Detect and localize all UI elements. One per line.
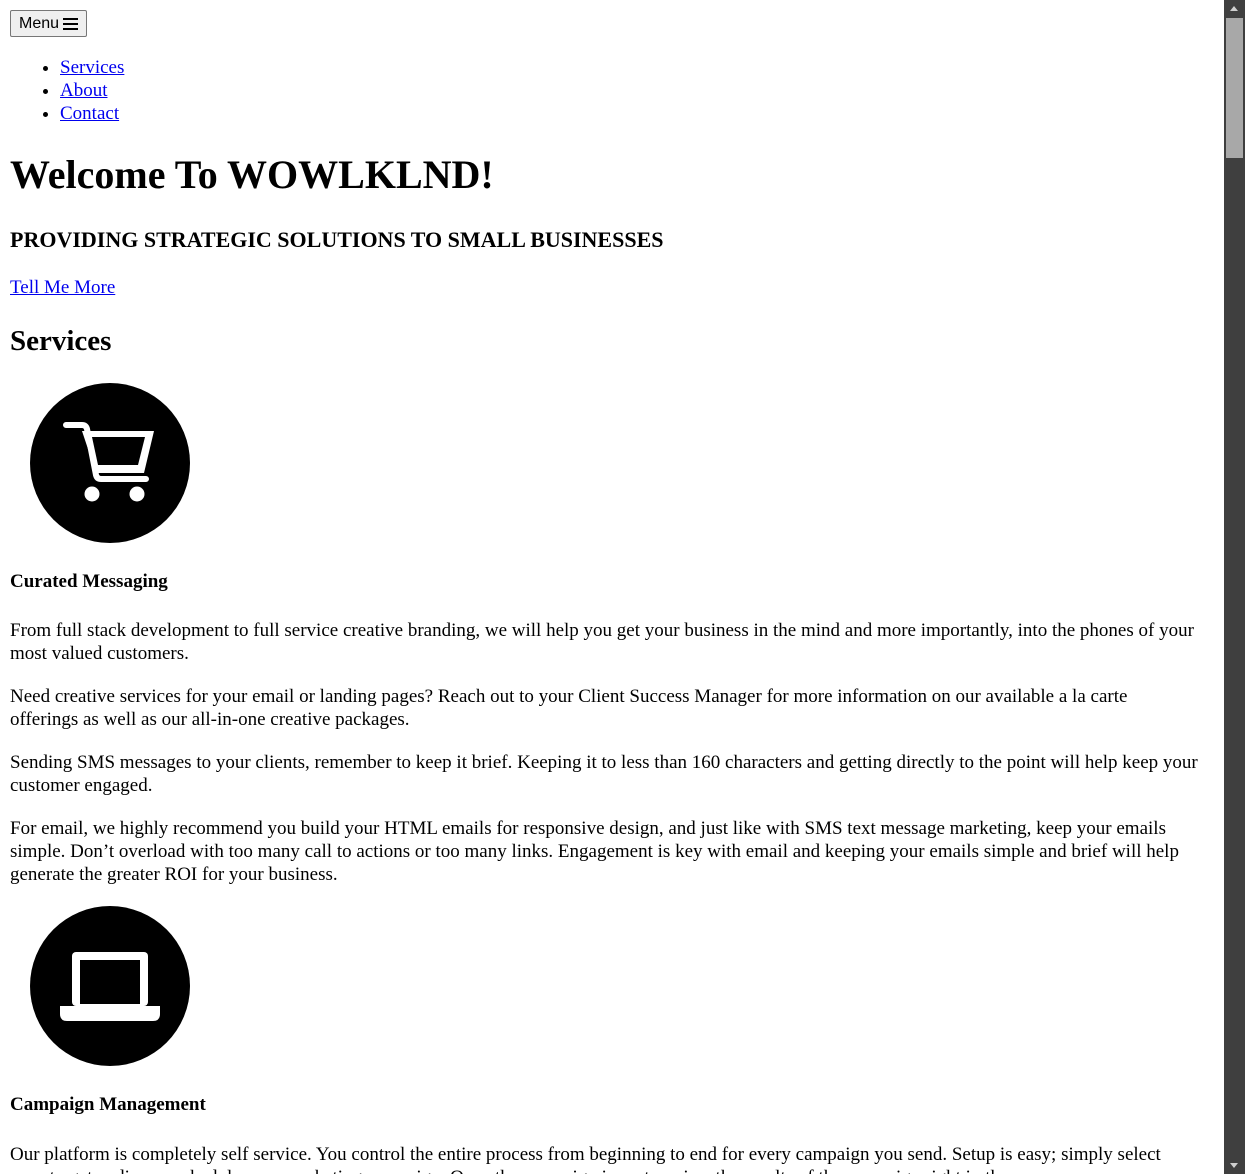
service-paragraph: Our platform is completely self service.… (10, 1144, 1161, 1174)
menu-button[interactable]: Menu (10, 10, 88, 37)
service-paragraph: For email, we highly recommend you build… (10, 818, 1179, 885)
shopping-cart-icon (30, 383, 190, 543)
service-title-campaign-management: Campaign Management (10, 1094, 206, 1115)
page-viewport: Menu Services About Contact Welcome To W… (0, 0, 1224, 1174)
tell-me-more-link[interactable]: Tell Me More (10, 276, 115, 299)
scroll-up-arrow-icon[interactable] (1224, 0, 1245, 17)
nav-link-about[interactable]: About (60, 80, 108, 101)
vertical-scrollbar[interactable] (1224, 0, 1245, 1174)
hamburger-icon (63, 17, 79, 30)
laptop-icon (30, 906, 190, 1066)
nav-menu: Services About Contact (0, 56, 124, 125)
service-paragraph: Need creative services for your email or… (10, 686, 1128, 730)
services-heading: Services (10, 325, 112, 357)
service-paragraph: From full stack development to full serv… (10, 620, 1194, 664)
service-title-curated-messaging: Curated Messaging (10, 571, 168, 592)
nav-link-services[interactable]: Services (60, 57, 124, 78)
scroll-down-arrow-icon[interactable] (1224, 1157, 1245, 1174)
service-paragraph: Sending SMS messages to your clients, re… (10, 752, 1198, 796)
nav-item-services: Services (60, 56, 124, 79)
nav-item-contact: Contact (60, 102, 124, 125)
page-subtitle: PROVIDING STRATEGIC SOLUTIONS TO SMALL B… (10, 227, 664, 252)
nav-item-about: About (60, 79, 124, 102)
nav-link-contact[interactable]: Contact (60, 103, 119, 124)
page-title: Welcome To WOWLKLND! (10, 152, 494, 197)
scrollbar-thumb[interactable] (1226, 18, 1243, 158)
menu-button-label: Menu (19, 15, 60, 32)
